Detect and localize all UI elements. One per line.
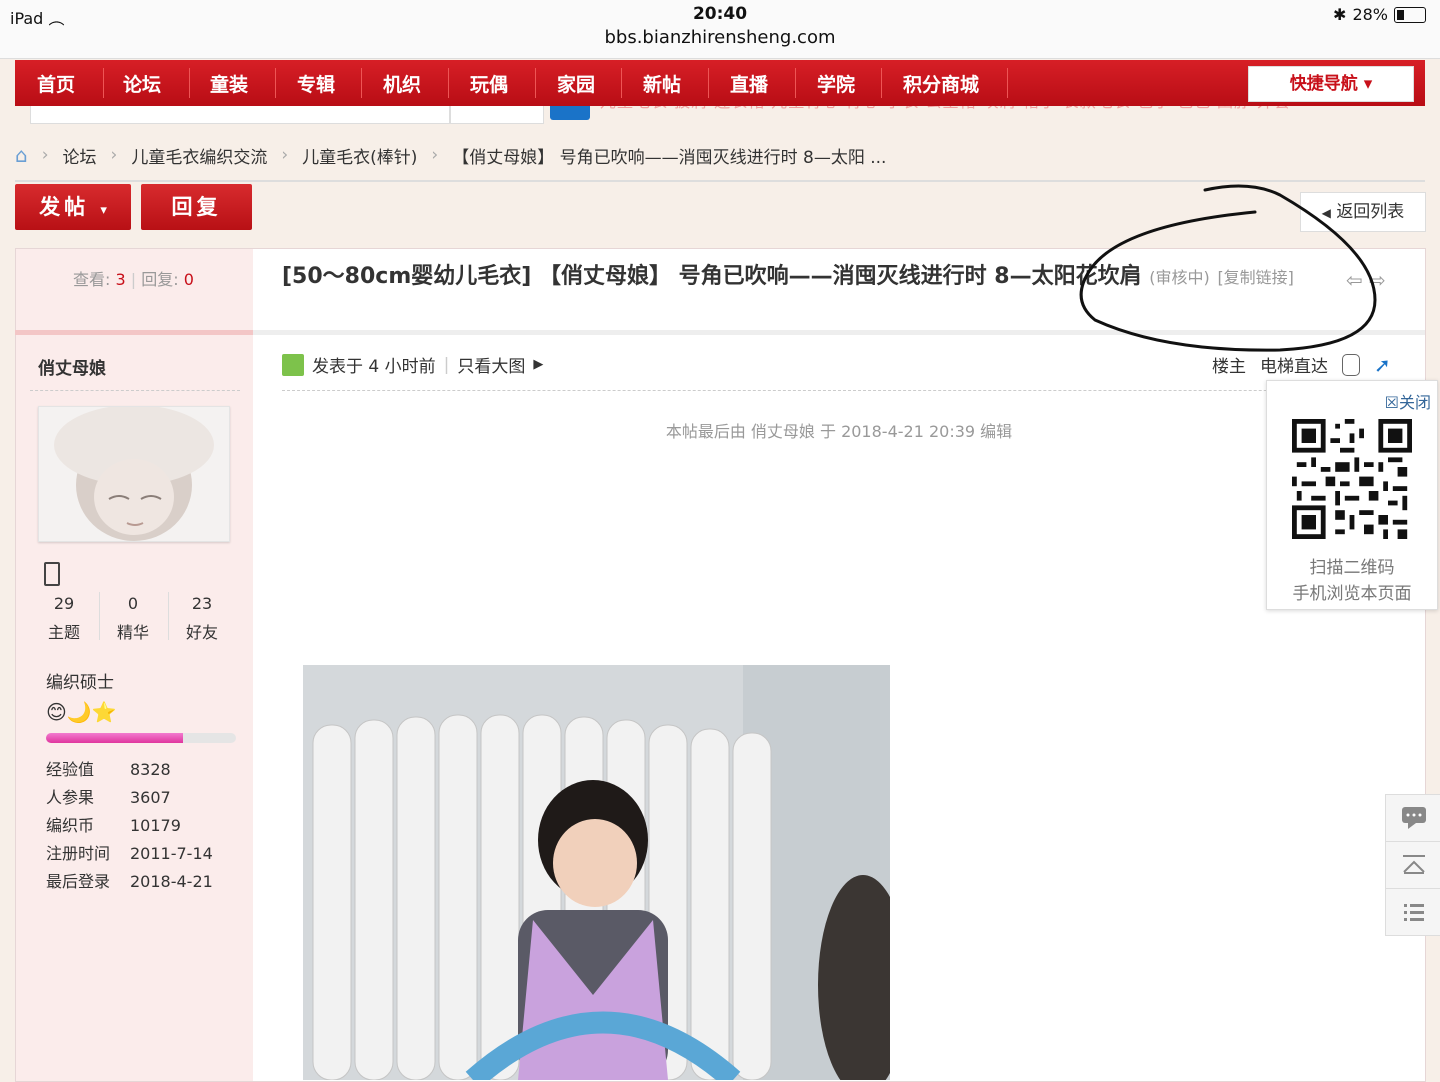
stat-threads[interactable]: 29 主题 [30,594,98,643]
close-button[interactable]: ☒关闭 [1385,389,1431,413]
main-nav: 首页 论坛 童装 专辑 机织 玩偶 家园 新帖 直播 学院 积分商城 [15,60,1425,106]
qr-popup: ☒关闭 扫描二维码 手机浏览本页面 [1266,380,1438,610]
nav-academy[interactable]: 学院 [817,70,855,97]
bluetooth-icon: ✱ [1333,5,1347,24]
nav-forum[interactable]: 论坛 [123,70,161,97]
new-post-button[interactable]: 发帖 ▾ [15,184,131,230]
dashed-divider [282,390,1412,391]
qr-caption: 扫描二维码 [1309,558,1395,578]
comment-icon [1402,807,1426,829]
battery-percent: 28% [1352,5,1388,24]
user-rank: 编织硕士 [46,673,114,693]
crumb-forum[interactable]: 论坛 [63,143,97,168]
crumb-knitting[interactable]: 儿童毛衣(棒针) [302,143,417,168]
rank-icons: 😊🌙⭐ [46,700,117,724]
nav-machine-knit[interactable]: 机织 [383,70,421,97]
address-bar[interactable]: bbs.bianzhirensheng.com [0,27,1440,48]
caret-right-icon: ▶ [533,357,544,372]
clock: 20:40 [692,4,748,24]
nav-dolls[interactable]: 玩偶 [470,70,508,97]
mobile-icon [44,562,60,586]
info-coins: 编织币 10179 [46,816,181,835]
info-fruit: 人参果 3607 [46,788,171,807]
post-meta: 发表于 4 小时前 | 只看大图 ▶ [282,352,543,377]
info-registered: 注册时间 2011-7-14 [46,844,213,863]
list-icon [1404,904,1424,921]
info-last-login: 最后登录 2018-4-21 [46,872,213,891]
online-icon [282,353,304,376]
reply-count: 0 [183,270,194,289]
view-count: 3 [115,270,126,289]
quick-nav-button[interactable]: 快捷导航 ▾ [1248,66,1414,102]
info-exp: 经验值 8328 [46,760,171,779]
chevron-down-icon: ▾ [1363,74,1373,94]
home-icon[interactable]: ⌂ [15,143,28,167]
crumb-thread[interactable]: 【俏丈母娘】 号角已吹响——消囤灭线进行时 8—太阳 ... [452,143,886,168]
status-bar: iPad ︵ 20:40 bbs.bianzhirensheng.com ✱ 2… [0,0,1440,59]
nav-live[interactable]: 直播 [730,70,768,97]
rank-progress [46,733,236,743]
crumb-kids-sweater[interactable]: 儿童毛衣编织交流 [131,143,267,168]
stat-friends[interactable]: 23 好友 [168,594,236,643]
thread-stats: 查看: 3 | 回复: 0 [73,270,194,289]
reply-button[interactable]: 回复 [141,184,252,230]
edit-note: 本帖最后由 俏丈母娘 于 2018-4-21 20:39 编辑 [665,422,1013,441]
nav-home-garden[interactable]: 家园 [557,70,595,97]
annotation-circle [1079,184,1377,352]
nav-albums[interactable]: 专辑 [297,70,335,97]
arrow-up-icon [1403,855,1425,874]
post-image[interactable] [303,665,890,1080]
view-big-images[interactable]: 只看大图 [457,352,525,377]
sidebar-strip [15,330,253,335]
return-list-button[interactable] [1385,888,1440,936]
stat-featured[interactable]: 0 精华 [99,594,167,643]
nav-home[interactable]: 首页 [37,70,75,97]
dashed-divider [30,390,240,391]
author-name[interactable]: 俏丈母娘 [38,354,106,379]
status-right: ✱ 28% [1333,5,1426,24]
back-to-top-button[interactable] [1385,841,1440,889]
post-time: 发表于 4 小时前 [312,357,436,377]
avatar[interactable] [38,406,230,542]
quick-reply-button[interactable] [1385,794,1440,842]
nav-kids-wear[interactable]: 童装 [210,70,248,97]
qr-code [1292,419,1412,539]
nav-new-posts[interactable]: 新帖 [643,70,681,97]
breadcrumb: ⌂ › 论坛 › 儿童毛衣编织交流 › 儿童毛衣(棒针) › 【俏丈母娘】 号角… [15,143,887,168]
chevron-down-icon: ▾ [100,203,107,218]
close-icon: ☒ [1384,393,1399,412]
qr-caption-2: 手机浏览本页面 [1292,584,1412,604]
nav-points-mall[interactable]: 积分商城 [903,70,979,97]
battery-icon [1394,6,1426,23]
